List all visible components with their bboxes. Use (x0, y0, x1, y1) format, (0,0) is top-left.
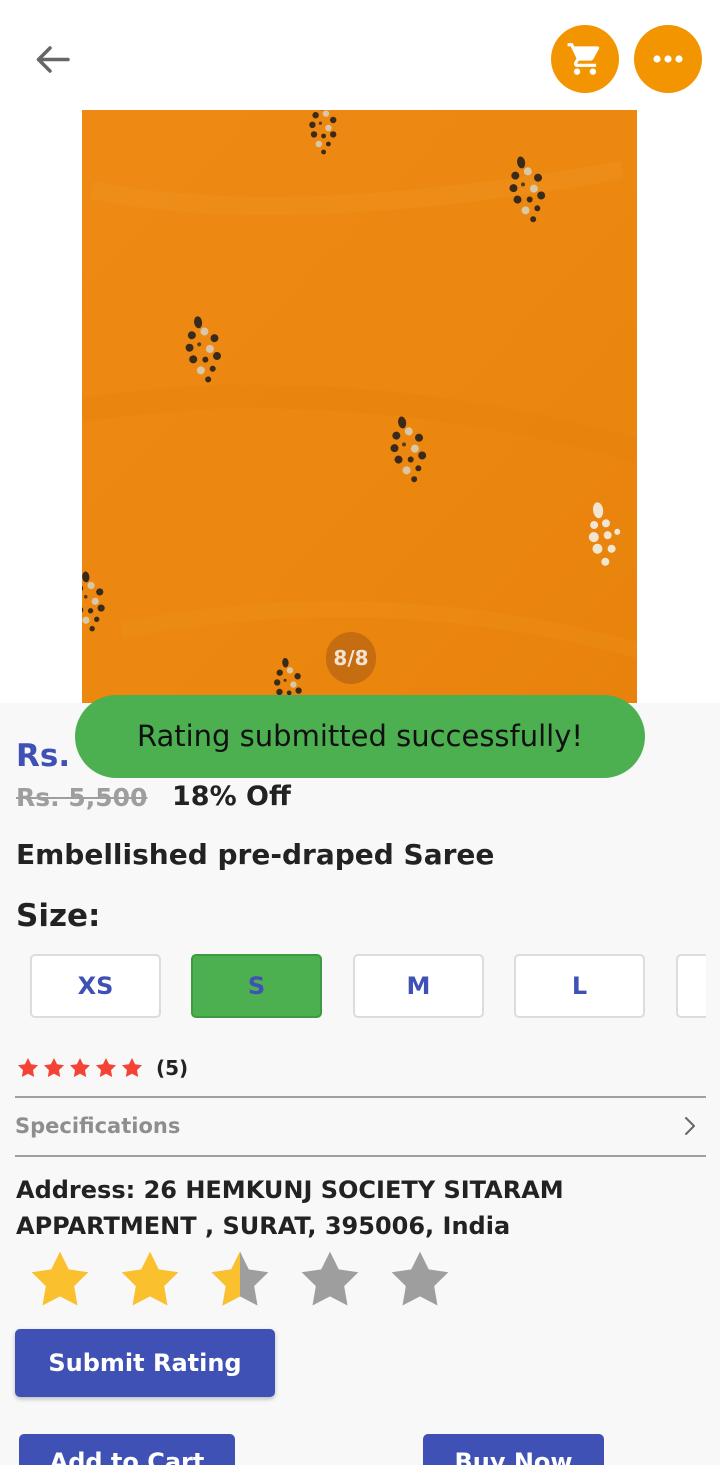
submit-rating-button[interactable]: Submit Rating (15, 1329, 275, 1397)
saree-fabric-image (82, 110, 637, 703)
buy-now-button[interactable]: Buy Now (423, 1434, 604, 1465)
more-options-button[interactable] (634, 25, 702, 93)
top-app-bar (0, 0, 720, 110)
image-counter: 8/8 (326, 632, 376, 684)
discount-label: 18% Off (172, 781, 291, 812)
star-icon[interactable] (26, 1246, 94, 1314)
product-image[interactable] (82, 110, 637, 703)
size-option-s[interactable]: S (191, 954, 322, 1018)
product-title: Embellished pre-draped Saree (16, 838, 495, 871)
size-label: Size: (16, 898, 101, 934)
star-icon[interactable] (386, 1246, 454, 1314)
back-button[interactable] (28, 36, 76, 84)
delivery-address: Address: 26 HEMKUNJ SOCIETY SITARAM APPA… (16, 1176, 564, 1240)
star-icon (18, 1058, 38, 1078)
success-toast: Rating submitted successfully! (75, 695, 645, 778)
star-icon (122, 1058, 142, 1078)
chevron-right-icon (685, 1117, 695, 1135)
star-icon (70, 1058, 90, 1078)
specifications-label: Specifications (15, 1114, 181, 1138)
arrow-left-icon (36, 46, 70, 73)
specifications-row[interactable]: Specifications (15, 1098, 706, 1156)
size-option-m[interactable]: M (353, 954, 484, 1018)
add-to-cart-button[interactable]: Add to Cart (19, 1434, 235, 1465)
product-rating: (5) (16, 1054, 188, 1082)
original-price: Rs. 5,500 (16, 783, 148, 812)
cart-button[interactable] (551, 25, 619, 93)
star-icon (44, 1058, 64, 1078)
shopping-cart-icon (567, 43, 600, 75)
star-half-icon[interactable] (206, 1246, 274, 1314)
size-option-l[interactable]: L (514, 954, 645, 1018)
current-price: Rs. (16, 738, 71, 774)
size-option-xs[interactable]: XS (30, 954, 161, 1018)
star-icon[interactable] (116, 1246, 184, 1314)
size-option-partial[interactable] (676, 954, 706, 1018)
star-icon (96, 1058, 116, 1078)
star-icon[interactable] (296, 1246, 364, 1314)
more-horizontal-icon (653, 55, 683, 63)
size-selector: XS S M L (0, 954, 706, 1018)
divider (15, 1155, 706, 1157)
rating-count: (5) (156, 1056, 189, 1080)
